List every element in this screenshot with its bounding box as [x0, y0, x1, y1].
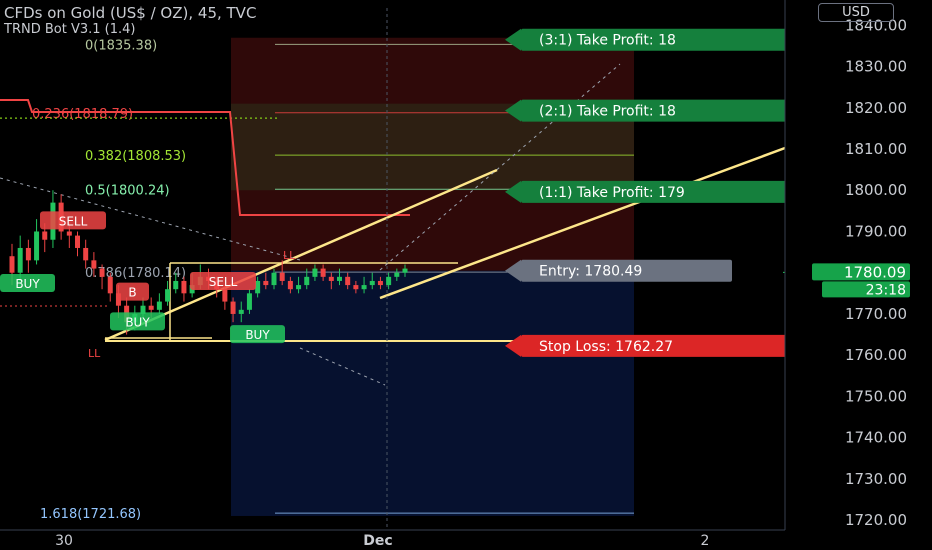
time-axis: 30 Dec 2	[0, 529, 932, 550]
position-label-text: (3:1) Take Profit: 18	[539, 33, 676, 49]
fib-label: 0.236(1818.79)	[32, 107, 133, 122]
candle	[353, 285, 359, 290]
indicator-title[interactable]: TRND Bot V3.1 (1.4)	[4, 22, 135, 37]
candle	[230, 301, 236, 314]
position-label-text: (2:1) Take Profit: 18	[539, 104, 676, 120]
time-tick: Dec	[363, 533, 392, 549]
trading-chart[interactable]: 0(1835.38) 0.236(1818.79) 0.382(1808.53) 0.…	[0, 0, 932, 550]
candle	[17, 247, 23, 273]
candle	[34, 231, 40, 261]
candle	[91, 260, 97, 269]
candle	[83, 247, 89, 261]
time-tick: 30	[55, 533, 73, 549]
price-tick: 1740.00	[845, 429, 907, 447]
candle	[287, 280, 293, 290]
price-axis: 1840.001830.001820.001810.001800.001790.…	[784, 0, 932, 550]
signal-text: BUY	[15, 277, 40, 291]
time-tick: 2	[701, 533, 710, 549]
price-tick: 1720.00	[845, 511, 907, 529]
candle	[271, 272, 277, 286]
candle	[386, 276, 392, 286]
candle	[42, 231, 48, 240]
candle	[312, 268, 318, 277]
candle	[238, 309, 244, 314]
candle	[181, 280, 187, 294]
candle	[328, 276, 334, 281]
candle	[345, 276, 351, 286]
candle	[377, 280, 383, 286]
price-chart-svg[interactable]: 0(1835.38) 0.236(1818.79) 0.382(1808.53) 0.…	[0, 0, 932, 550]
price-tick: 1800.00	[845, 181, 907, 199]
symbol-title: CFDs on Gold (US$ / OZ), 45, TVC	[4, 4, 257, 22]
candle	[156, 301, 162, 310]
price-tick: 1760.00	[845, 346, 907, 364]
candle	[296, 285, 302, 290]
candle	[369, 280, 375, 286]
candle	[402, 268, 408, 273]
candle	[222, 289, 228, 302]
countdown: 23:18	[866, 282, 906, 298]
candle	[25, 247, 31, 261]
candle	[304, 276, 310, 286]
candle	[246, 293, 252, 310]
candle	[337, 276, 342, 281]
signal-text: SELL	[59, 214, 88, 228]
fib-label: 0.382(1808.53)	[85, 149, 186, 164]
signal-text: SELL	[209, 275, 238, 289]
candle	[99, 268, 105, 277]
currency-button[interactable]: USD	[818, 3, 894, 22]
candle	[320, 268, 326, 277]
signal-text: B	[128, 286, 136, 300]
swing-label: LL	[283, 249, 296, 262]
signal-text: BUY	[125, 315, 150, 329]
price-tick: 1830.00	[845, 58, 907, 76]
price-tick: 1750.00	[845, 387, 907, 405]
price-tick: 1790.00	[845, 222, 907, 240]
candle	[263, 280, 269, 286]
loss-zone	[231, 270, 634, 516]
swing-label: LL	[88, 347, 101, 360]
candle	[148, 305, 154, 310]
candle	[361, 285, 367, 290]
signal-text: BUY	[245, 328, 270, 342]
time-axis-bg	[0, 530, 932, 550]
candle	[9, 256, 15, 273]
candle	[165, 289, 171, 302]
price-tick: 1730.00	[845, 470, 907, 488]
current-price: 1780.09	[844, 263, 906, 281]
position-label-text: (1:1) Take Profit: 179	[539, 185, 685, 201]
price-tick: 1770.00	[845, 305, 907, 323]
fib-label: 1.618(1721.68)	[40, 507, 141, 522]
position-label-text: Stop Loss: 1762.27	[539, 339, 673, 355]
fib-label: 0(1835.38)	[85, 38, 157, 53]
candle	[394, 272, 400, 277]
price-tick: 1820.00	[845, 99, 907, 117]
candle	[66, 231, 72, 236]
candle	[173, 280, 179, 290]
candle	[75, 235, 80, 248]
candle	[279, 272, 285, 281]
fib-label: 0.5(1800.24)	[85, 183, 170, 198]
price-tick: 1810.00	[845, 140, 907, 158]
position-label-text: Entry: 1780.49	[539, 264, 642, 280]
candle	[107, 276, 113, 294]
